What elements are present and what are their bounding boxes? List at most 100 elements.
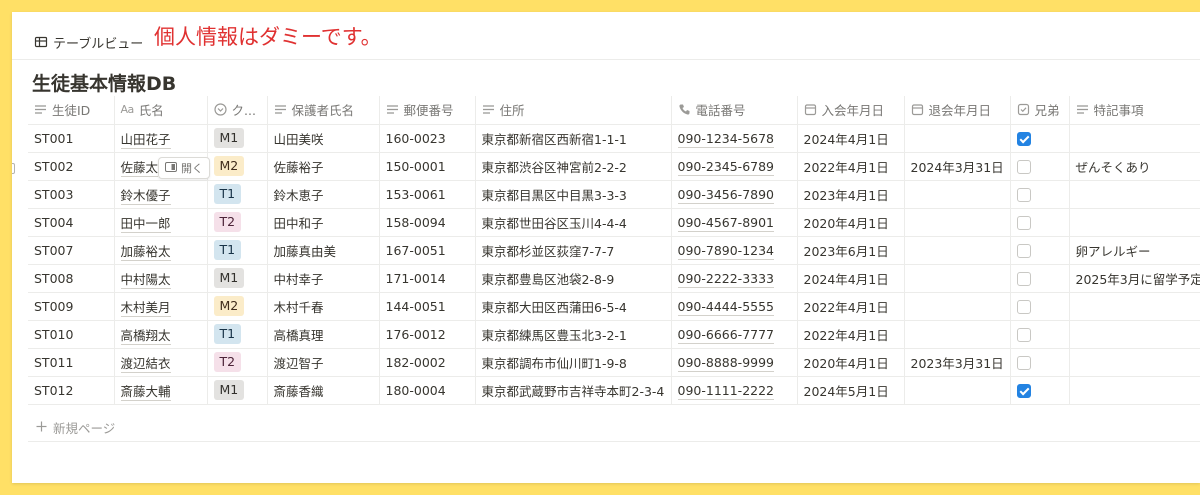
class-cell[interactable]: M1 [207, 124, 268, 153]
leave-date-cell[interactable] [904, 124, 1011, 153]
address-cell[interactable]: 東京都調布市仙川町1-9-8 [475, 348, 672, 377]
student-name-cell[interactable]: 渡辺結衣 [114, 348, 208, 377]
class-cell[interactable]: M1 [207, 264, 268, 293]
guardian-name-cell[interactable]: 木村千春 [267, 292, 380, 321]
phone-cell[interactable]: 090-4444-5555 [671, 292, 798, 321]
postal-code-cell[interactable]: 171-0014 [379, 264, 476, 293]
table-view-tab[interactable]: テーブルビュー [34, 33, 143, 52]
student-id-cell[interactable]: ST011 [28, 348, 115, 377]
guardian-name-cell[interactable]: 斎藤香織 [267, 376, 380, 405]
phone-cell[interactable]: 090-6666-7777 [671, 320, 798, 349]
student-id-cell[interactable]: ST009 [28, 292, 115, 321]
checkbox-unchecked[interactable] [1016, 187, 1031, 202]
sibling-cell[interactable] [1010, 152, 1070, 181]
address-cell[interactable]: 東京都大田区西蒲田6-5-4 [475, 292, 672, 321]
student-id-cell[interactable]: ST003 [28, 180, 115, 209]
join-date-cell[interactable]: 2024年4月1日 [797, 264, 905, 293]
guardian-name-cell[interactable]: 加藤真由美 [267, 236, 380, 265]
student-id-cell[interactable]: ST004 [28, 208, 115, 237]
join-date-cell[interactable]: 2020年4月1日 [797, 348, 905, 377]
guardian-name-cell[interactable]: 渡辺智子 [267, 348, 380, 377]
leave-date-cell[interactable] [904, 320, 1011, 349]
student-name-cell[interactable]: 中村陽太 [114, 264, 208, 293]
notes-cell[interactable]: 2025年3月に留学予定 [1069, 264, 1200, 293]
phone-cell[interactable]: 090-1111-2222 [671, 376, 798, 405]
checkbox-checked[interactable] [1016, 383, 1031, 398]
notes-cell[interactable] [1069, 348, 1200, 377]
postal-code-cell[interactable]: 144-0051 [379, 292, 476, 321]
leave-date-cell[interactable] [904, 180, 1011, 209]
leave-date-cell[interactable] [904, 208, 1011, 237]
sibling-cell[interactable] [1010, 208, 1070, 237]
guardian-name-cell[interactable]: 佐藤裕子 [267, 152, 380, 181]
guardian-name-cell[interactable]: 山田美咲 [267, 124, 380, 153]
student-name-cell[interactable]: 木村美月 [114, 292, 208, 321]
sibling-cell[interactable] [1010, 292, 1070, 321]
student-name-cell[interactable]: 加藤裕太 [114, 236, 208, 265]
column-header[interactable]: 入会年月日 [797, 96, 905, 125]
column-header[interactable]: 郵便番号 [379, 96, 476, 125]
address-cell[interactable]: 東京都練馬区豊玉北3-2-1 [475, 320, 672, 349]
column-header[interactable]: Aa 氏名 [114, 96, 208, 125]
new-page-button[interactable]: 新規ページ [36, 416, 115, 438]
sibling-cell[interactable] [1010, 376, 1070, 405]
column-header[interactable]: 保護者氏名 [267, 96, 380, 125]
class-cell[interactable]: T2 [207, 348, 268, 377]
guardian-name-cell[interactable]: 中村幸子 [267, 264, 380, 293]
student-name-cell[interactable]: 鈴木優子 [114, 180, 208, 209]
class-cell[interactable]: M2 [207, 292, 268, 321]
phone-cell[interactable]: 090-2222-3333 [671, 264, 798, 293]
column-header[interactable]: 電話番号 [671, 96, 798, 125]
postal-code-cell[interactable]: 153-0061 [379, 180, 476, 209]
student-id-cell[interactable]: ST002 [28, 152, 115, 181]
class-cell[interactable]: M2 [207, 152, 268, 181]
sibling-cell[interactable] [1010, 348, 1070, 377]
notes-cell[interactable] [1069, 376, 1200, 405]
checkbox-unchecked[interactable] [1016, 299, 1031, 314]
checkbox-unchecked[interactable] [1016, 355, 1031, 370]
column-header[interactable]: 住所 [475, 96, 672, 125]
postal-code-cell[interactable]: 158-0094 [379, 208, 476, 237]
table-row[interactable]: ST009 木村美月 M2 木村千春 144-0051 東京都大田区西蒲田6-5-4 090… [28, 292, 1200, 321]
open-page-button[interactable]: 開く [158, 157, 210, 179]
checkbox-unchecked[interactable] [1016, 159, 1031, 174]
sibling-cell[interactable] [1010, 236, 1070, 265]
notes-cell[interactable] [1069, 124, 1200, 153]
postal-code-cell[interactable]: 167-0051 [379, 236, 476, 265]
table-row[interactable]: ST001 山田花子 M1 山田美咲 160-0023 東京都新宿区西新宿1-1-1 090… [28, 124, 1200, 153]
phone-cell[interactable]: 090-2345-6789 [671, 152, 798, 181]
notes-cell[interactable]: ぜんそくあり [1069, 152, 1200, 181]
student-name-cell[interactable]: 田中一郎 [114, 208, 208, 237]
student-id-cell[interactable]: ST008 [28, 264, 115, 293]
address-cell[interactable]: 東京都豊島区池袋2-8-9 [475, 264, 672, 293]
student-name-cell[interactable]: 山田花子 [114, 124, 208, 153]
postal-code-cell[interactable]: 150-0001 [379, 152, 476, 181]
table-row[interactable]: ST008 中村陽太 M1 中村幸子 171-0014 東京都豊島区池袋2-8-9 090-… [28, 264, 1200, 293]
join-date-cell[interactable]: 2022年4月1日 [797, 292, 905, 321]
address-cell[interactable]: 東京都武蔵野市吉祥寺本町2-3-4 [475, 376, 672, 405]
join-date-cell[interactable]: 2023年6月1日 [797, 236, 905, 265]
column-header[interactable]: 生徒ID [28, 96, 115, 125]
class-cell[interactable]: T1 [207, 236, 268, 265]
guardian-name-cell[interactable]: 高橋真理 [267, 320, 380, 349]
class-cell[interactable]: T2 [207, 208, 268, 237]
guardian-name-cell[interactable]: 田中和子 [267, 208, 380, 237]
column-header[interactable]: ク... [207, 96, 268, 125]
checkbox-checked[interactable] [1016, 131, 1031, 146]
phone-cell[interactable]: 090-8888-9999 [671, 348, 798, 377]
phone-cell[interactable]: 090-7890-1234 [671, 236, 798, 265]
table-row[interactable]: ST007 加藤裕太 T1 加藤真由美 167-0051 東京都杉並区荻窪7-7-7 090… [28, 236, 1200, 265]
student-id-cell[interactable]: ST010 [28, 320, 115, 349]
class-cell[interactable]: T1 [207, 320, 268, 349]
class-cell[interactable]: T1 [207, 180, 268, 209]
notes-cell[interactable] [1069, 180, 1200, 209]
checkbox-unchecked[interactable] [1016, 327, 1031, 342]
student-name-cell[interactable]: 高橋翔太 [114, 320, 208, 349]
student-name-cell[interactable]: 斎藤大輔 [114, 376, 208, 405]
join-date-cell[interactable]: 2024年4月1日 [797, 124, 905, 153]
sibling-cell[interactable] [1010, 180, 1070, 209]
leave-date-cell[interactable]: 2024年3月31日 [904, 152, 1011, 181]
student-id-cell[interactable]: ST012 [28, 376, 115, 405]
address-cell[interactable]: 東京都新宿区西新宿1-1-1 [475, 124, 672, 153]
postal-code-cell[interactable]: 182-0002 [379, 348, 476, 377]
